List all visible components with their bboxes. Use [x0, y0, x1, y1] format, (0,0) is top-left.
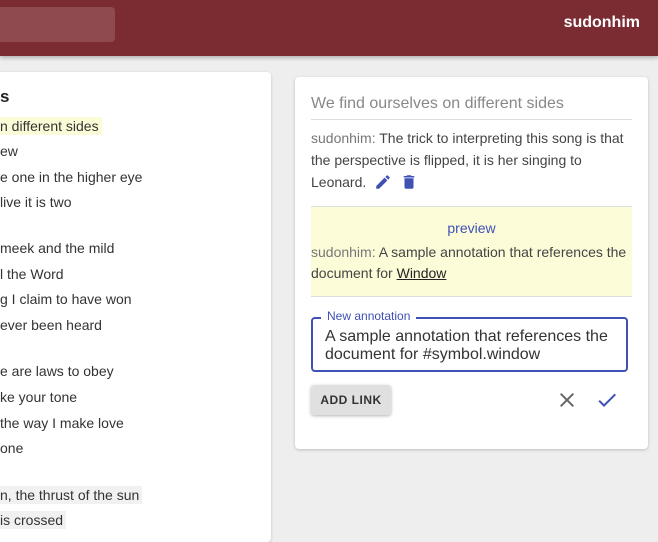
app-bar: sudonhim — [0, 0, 658, 56]
new-annotation-field[interactable]: New annotation A sample annotation that … — [311, 309, 628, 372]
username-label[interactable]: sudonhim — [564, 14, 640, 32]
annotation-author: sudonhim: — [311, 130, 376, 146]
trash-icon[interactable] — [400, 173, 418, 197]
existing-annotation: sudonhim: The trick to interpreting this… — [311, 127, 627, 197]
lyric-line[interactable]: g I claim to have won — [0, 290, 135, 308]
lyric-line[interactable]: n different sides — [0, 117, 102, 135]
preview-author: sudonhim: — [311, 244, 376, 260]
lyric-line[interactable]: n, the thrust of the sun — [0, 486, 143, 504]
annotation-panel: We find ourselves on different sides sud… — [295, 77, 648, 449]
search-input[interactable] — [0, 7, 115, 42]
pencil-icon[interactable] — [374, 173, 392, 197]
lyric-line[interactable]: is crossed — [0, 511, 67, 529]
preview-label: preview — [447, 220, 496, 236]
lyrics-panel: s n different sides ew e one in the high… — [0, 72, 271, 542]
window-link[interactable]: Window — [397, 265, 447, 281]
lyric-line[interactable]: one — [0, 439, 26, 457]
lyric-line[interactable]: meek and the mild — [0, 239, 117, 257]
lyric-line[interactable]: e are laws to obey — [0, 362, 117, 380]
new-annotation-label: New annotation — [321, 309, 417, 323]
song-title: s — [0, 87, 10, 106]
lyric-line[interactable]: l the Word — [0, 265, 67, 283]
new-annotation-input[interactable]: A sample annotation that references the … — [325, 328, 621, 364]
check-icon[interactable] — [595, 388, 619, 412]
lyric-line[interactable]: live it is two — [0, 193, 75, 211]
lyric-line[interactable]: ew — [0, 142, 21, 160]
add-link-button[interactable]: ADD LINK — [311, 385, 391, 415]
preview-text: sudonhim: A sample annotation that refer… — [311, 242, 632, 284]
lyric-line[interactable]: e one in the higher eye — [0, 168, 145, 186]
preview-box: preview sudonhim: A sample annotation th… — [311, 206, 632, 297]
close-icon[interactable] — [555, 388, 579, 412]
lyric-line[interactable]: ever been heard — [0, 316, 105, 334]
lyric-line[interactable]: ke your tone — [0, 388, 80, 406]
annotation-header: We find ourselves on different sides — [311, 95, 632, 120]
lyric-line[interactable]: the way I make love — [0, 414, 127, 432]
